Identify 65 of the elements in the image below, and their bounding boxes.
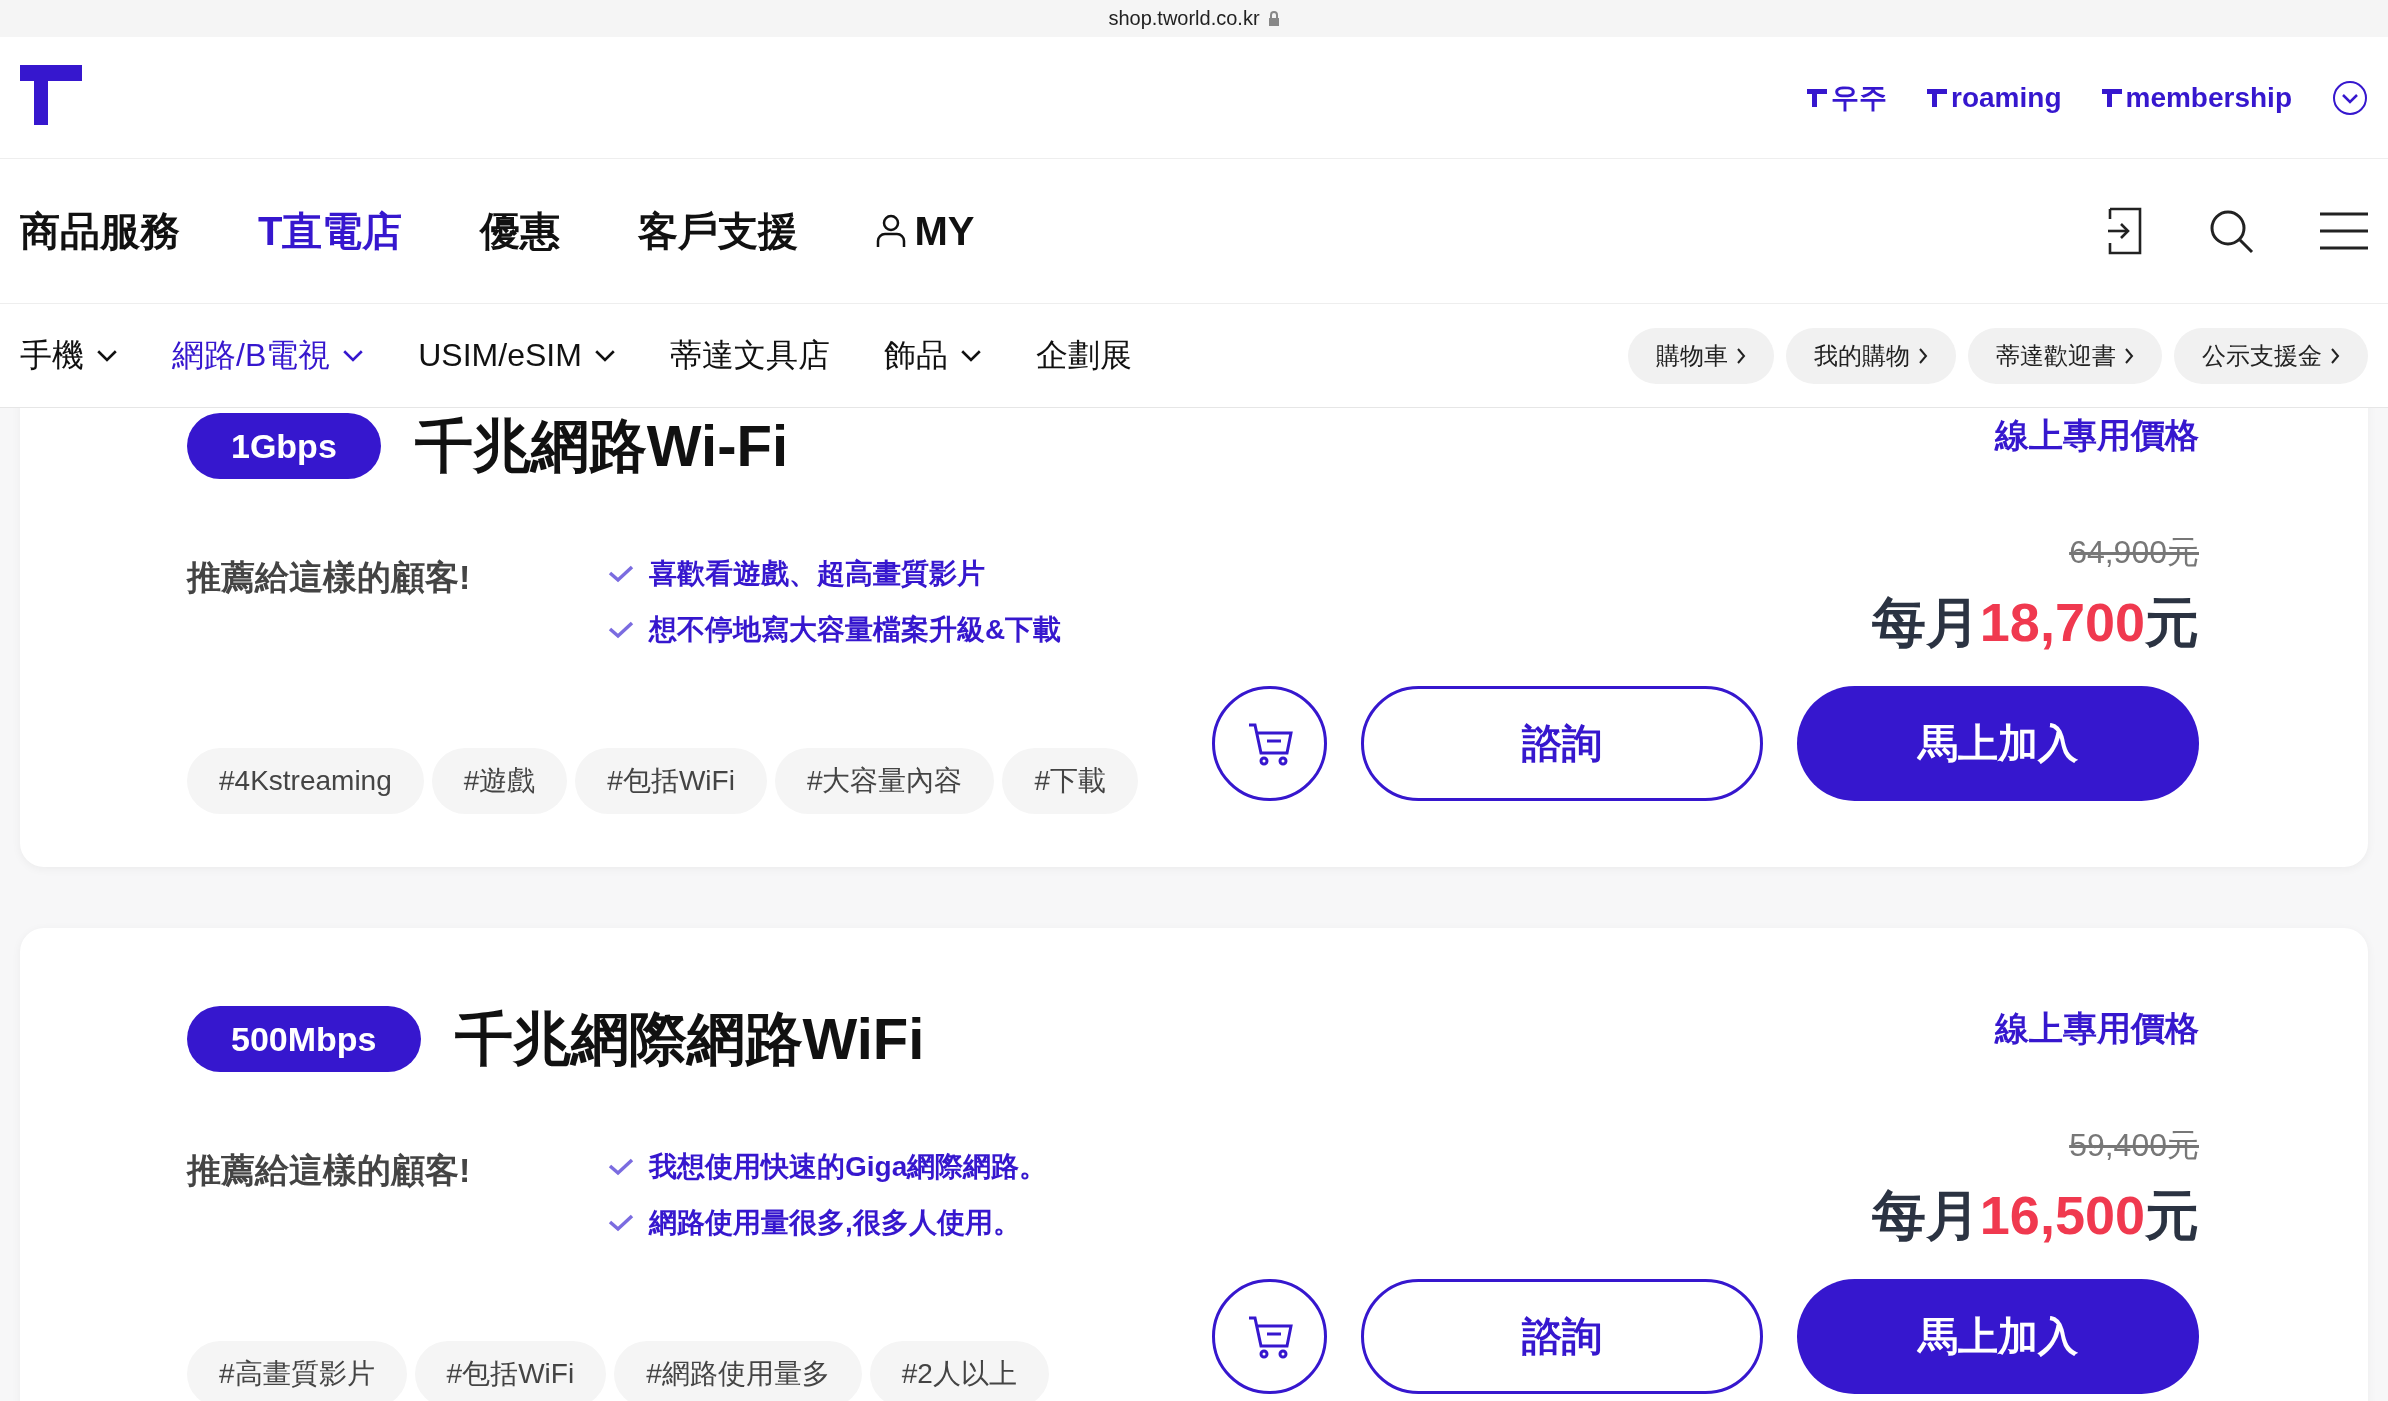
service-link[interactable]: 우주 bbox=[1807, 78, 1888, 117]
consult-button[interactable]: 諮詢 bbox=[1361, 1279, 1763, 1394]
expand-circle-icon[interactable] bbox=[2332, 79, 2368, 116]
nav-tab[interactable]: 優惠 bbox=[480, 203, 561, 259]
hashtag-chip[interactable]: #大容量內容 bbox=[774, 748, 995, 814]
price-note: 線上專用價格 bbox=[1995, 1008, 2199, 1049]
nav-tab[interactable]: 商品服務 bbox=[20, 203, 180, 259]
lock-icon bbox=[1267, 10, 1280, 27]
nav-tab[interactable]: MY bbox=[876, 208, 975, 254]
quick-link[interactable]: 蒂達歡迎書 bbox=[1968, 327, 2162, 384]
category-tab[interactable]: 企劃展 bbox=[1035, 333, 1132, 378]
original-price: 64,900元 bbox=[2069, 533, 2199, 572]
benefit-text: 想不停地寫大容量檔案升級&下載 bbox=[649, 613, 1062, 647]
check-icon bbox=[607, 1157, 635, 1177]
hashtag-chip[interactable]: #網路使用量多 bbox=[614, 1341, 862, 1401]
check-icon bbox=[607, 1213, 635, 1233]
join-button[interactable]: 馬上加入 bbox=[1797, 1279, 2199, 1394]
original-price: 59,400元 bbox=[2069, 1126, 2199, 1165]
speed-badge: 1Gbps bbox=[187, 413, 381, 479]
address-url: shop.tworld.co.kr bbox=[1108, 7, 1260, 30]
chevron-right-icon bbox=[1918, 346, 1928, 365]
consult-button[interactable]: 諮詢 bbox=[1361, 686, 1763, 801]
login-icon[interactable] bbox=[2108, 207, 2142, 255]
search-icon[interactable] bbox=[2208, 208, 2254, 254]
benefit-text: 網路使用量很多,很多人使用。 bbox=[649, 1206, 1021, 1240]
service-link[interactable]: roaming bbox=[1927, 81, 2062, 114]
chevron-right-icon bbox=[2124, 346, 2134, 365]
price-note: 線上專用價格 bbox=[1995, 415, 2199, 456]
nav-tab[interactable]: T直電店 bbox=[258, 203, 403, 259]
quick-link[interactable]: 我的購物 bbox=[1786, 327, 1956, 384]
hashtag-chip[interactable]: #下載 bbox=[1002, 748, 1139, 814]
hashtag-chip[interactable]: #高畫質影片 bbox=[187, 1341, 407, 1401]
t-logo-icon bbox=[1807, 87, 1828, 108]
monthly-price: 每月 18,700元 bbox=[1871, 591, 2199, 654]
category-tab[interactable]: 網路/B電視 bbox=[172, 333, 365, 378]
t-logo-icon bbox=[2101, 87, 2122, 108]
nav-tab[interactable]: 客戶支援 bbox=[638, 203, 799, 259]
menu-icon[interactable] bbox=[2320, 211, 2368, 251]
hashtag-chip[interactable]: #包括WiFi bbox=[414, 1341, 607, 1401]
service-link[interactable]: membership bbox=[2101, 81, 2292, 114]
check-icon bbox=[607, 564, 635, 584]
monthly-price: 每月 16,500元 bbox=[1871, 1184, 2199, 1247]
category-tab[interactable]: 蒂達文具店 bbox=[669, 333, 830, 378]
benefit-text: 我想使用快速的Giga網際網路。 bbox=[649, 1150, 1048, 1184]
chevron-right-icon bbox=[1736, 346, 1746, 365]
category-tab[interactable]: 飾品 bbox=[883, 333, 982, 378]
speed-badge: 500Mbps bbox=[187, 1006, 421, 1072]
benefit-text: 喜歡看遊戲、超高畫質影片 bbox=[649, 557, 985, 591]
person-icon bbox=[876, 214, 907, 248]
product-title: 千兆網際網路WiFi bbox=[454, 1006, 925, 1072]
hashtag-chip[interactable]: #2人以上 bbox=[869, 1341, 1049, 1401]
category-tab[interactable]: 手機 bbox=[20, 333, 118, 378]
hashtag-chip[interactable]: #包括WiFi bbox=[575, 748, 767, 814]
hashtag-chip[interactable]: #4Kstreaming bbox=[187, 748, 424, 814]
product-title: 千兆網路Wi-Fi bbox=[414, 413, 789, 479]
recommend-label: 推薦給這樣的顧客! bbox=[187, 557, 472, 598]
recommend-label: 推薦給這樣的顧客! bbox=[187, 1150, 472, 1191]
category-tab[interactable]: USIM/eSIM bbox=[418, 337, 616, 374]
join-button[interactable]: 馬上加入 bbox=[1797, 686, 2199, 801]
chevron-right-icon bbox=[2330, 346, 2340, 365]
hashtag-chip[interactable]: #遊戲 bbox=[431, 748, 568, 814]
check-icon bbox=[607, 620, 635, 640]
quick-link[interactable]: 購物車 bbox=[1628, 327, 1774, 384]
quick-link[interactable]: 公示支援金 bbox=[2174, 327, 2368, 384]
t-logo-icon bbox=[1927, 87, 1948, 108]
